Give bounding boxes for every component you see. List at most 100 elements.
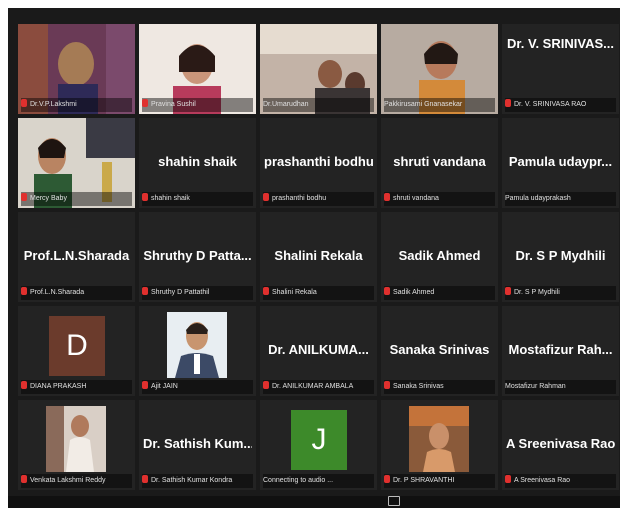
- mic-muted-icon: [21, 475, 27, 483]
- avatar: [46, 406, 106, 472]
- participant-display-name: Sadik Ahmed: [398, 248, 481, 263]
- participant-name: Ajit JAIN: [151, 383, 178, 390]
- participant-display-name: Dr. V. SRINIVAS...: [507, 36, 614, 51]
- participant-name-tag: Dr. ANILKUMAR AMBALA: [263, 380, 374, 394]
- participant-name: Pravina Sushil: [151, 101, 196, 108]
- participant-display-name: Mostafizur Rah...: [508, 342, 613, 357]
- participant-tile[interactable]: Pravina Sushil: [139, 24, 256, 114]
- participant-name: Sanaka Srinivas: [393, 383, 444, 390]
- participant-display-name: Shruthy D Patta...: [143, 248, 252, 263]
- participant-tile[interactable]: prashanthi bodhu prashanthi bodhu: [260, 118, 377, 208]
- mic-muted-icon: [505, 287, 511, 295]
- participant-name: Pakkirusami Gnanasekar: [384, 101, 463, 108]
- mic-muted-icon: [21, 287, 27, 295]
- participant-name-tag: shahin shaik: [142, 192, 253, 206]
- participant-name-tag: DIANA PRAKASH: [21, 380, 132, 394]
- participant-tile[interactable]: Prof.L.N.Sharada Prof.L.N.Sharada: [18, 212, 135, 302]
- mic-muted-icon: [263, 287, 269, 295]
- participant-tile[interactable]: Dr. P SHRAVANTHI: [381, 400, 498, 490]
- participant-tile[interactable]: Mostafizur Rah... Mostafizur Rahman: [502, 306, 619, 396]
- participant-name: Shalini Rekala: [272, 289, 317, 296]
- mic-muted-icon: [384, 193, 390, 201]
- participant-tile[interactable]: A Sreenivasa Rao A Sreenivasa Rao: [502, 400, 619, 490]
- meeting-toolbar: [8, 496, 620, 508]
- participant-display-name: Prof.L.N.Sharada: [23, 248, 130, 263]
- participant-name: Dr. P SHRAVANTHI: [393, 477, 455, 484]
- participant-name: Dr.V.P.Lakshmi: [30, 101, 77, 108]
- participant-name-tag: shruti vandana: [384, 192, 495, 206]
- avatar: [409, 406, 469, 472]
- meeting-gallery: Dr.V.P.Lakshmi Pravina Sushil Dr.Umarudh…: [8, 8, 620, 508]
- participant-tile[interactable]: Pakkirusami Gnanasekar: [381, 24, 498, 114]
- participant-tile[interactable]: D DIANA PRAKASH: [18, 306, 135, 396]
- participant-tile[interactable]: Dr.V.P.Lakshmi: [18, 24, 135, 114]
- participant-name-tag: Connecting to audio ...: [263, 474, 374, 488]
- participant-tile[interactable]: shahin shaik shahin shaik: [139, 118, 256, 208]
- participant-name-tag: Dr.V.P.Lakshmi: [21, 98, 132, 112]
- participant-name: Shruthy D Pattathil: [151, 289, 210, 296]
- participant-tile[interactable]: shruti vandana shruti vandana: [381, 118, 498, 208]
- participant-name: Pamula udayprakash: [505, 195, 571, 202]
- participant-name: Dr.Umarudhan: [263, 101, 309, 108]
- participant-name-tag: Pamula udayprakash: [505, 192, 616, 206]
- participant-tile[interactable]: Dr. V. SRINIVAS... Dr. V. SRINIVASA RAO: [502, 24, 619, 114]
- participant-name: Mercy Baby: [30, 195, 67, 202]
- participant-name: prashanthi bodhu: [272, 195, 327, 202]
- participant-name: Mostafizur Rahman: [505, 383, 566, 390]
- participant-name-tag: Dr. Sathish Kumar Kondra: [142, 474, 253, 488]
- participant-tile[interactable]: Pamula udaypr... Pamula udayprakash: [502, 118, 619, 208]
- participant-display-name: Dr. ANILKUMA...: [268, 342, 369, 357]
- mic-muted-icon: [21, 381, 27, 389]
- mic-muted-icon: [263, 381, 269, 389]
- mic-muted-icon: [142, 193, 148, 201]
- participant-name: shruti vandana: [393, 195, 439, 202]
- mic-muted-icon: [384, 287, 390, 295]
- participant-tile[interactable]: Venkata Lakshmi Reddy: [18, 400, 135, 490]
- participant-name-tag: prashanthi bodhu: [263, 192, 374, 206]
- participant-name-tag: Dr. S P Mydhili: [505, 286, 616, 300]
- participant-display-name: Dr. S P Mydhili: [515, 248, 606, 263]
- mic-muted-icon: [142, 99, 148, 107]
- participant-tile[interactable]: Dr. S P Mydhili Dr. S P Mydhili: [502, 212, 619, 302]
- participant-tile[interactable]: Shruthy D Patta... Shruthy D Pattathil: [139, 212, 256, 302]
- participant-display-name: prashanthi bodhu: [264, 154, 373, 169]
- participant-tile[interactable]: Sanaka Srinivas Sanaka Srinivas: [381, 306, 498, 396]
- avatar: [167, 312, 227, 378]
- screen-share-icon[interactable]: [388, 496, 400, 506]
- participant-name-tag: Shruthy D Pattathil: [142, 286, 253, 300]
- participant-name-tag: Venkata Lakshmi Reddy: [21, 474, 132, 488]
- participant-name-tag: Pakkirusami Gnanasekar: [384, 98, 495, 112]
- participant-tile[interactable]: Mercy Baby: [18, 118, 135, 208]
- participant-name-tag: Shalini Rekala: [263, 286, 374, 300]
- participant-name-tag: A Sreenivasa Rao: [505, 474, 616, 488]
- participant-name-tag: Mostafizur Rahman: [505, 380, 616, 394]
- avatar: D: [49, 316, 105, 376]
- participant-name-tag: Sadik Ahmed: [384, 286, 495, 300]
- participant-name: Dr. V. SRINIVASA RAO: [514, 101, 587, 108]
- participant-name: Prof.L.N.Sharada: [30, 289, 85, 296]
- mic-muted-icon: [21, 99, 27, 107]
- participant-tile[interactable]: Dr. ANILKUMA... Dr. ANILKUMAR AMBALA: [260, 306, 377, 396]
- participant-name: Dr. ANILKUMAR AMBALA: [272, 383, 354, 390]
- mic-muted-icon: [142, 381, 148, 389]
- participant-tile[interactable]: Sadik Ahmed Sadik Ahmed: [381, 212, 498, 302]
- participant-display-name: shahin shaik: [158, 154, 237, 169]
- participant-name-tag: Ajit JAIN: [142, 380, 253, 394]
- participant-name: Dr. S P Mydhili: [514, 289, 560, 296]
- participant-name: Connecting to audio ...: [263, 477, 334, 484]
- participant-tile[interactable]: Dr. Sathish Kum... Dr. Sathish Kumar Kon…: [139, 400, 256, 490]
- participant-name-tag: Prof.L.N.Sharada: [21, 286, 132, 300]
- participant-display-name: Shalini Rekala: [274, 248, 363, 263]
- participant-name: shahin shaik: [151, 195, 190, 202]
- participant-tile[interactable]: Dr.Umarudhan: [260, 24, 377, 114]
- participant-name: A Sreenivasa Rao: [514, 477, 571, 484]
- participant-grid: Dr.V.P.Lakshmi Pravina Sushil Dr.Umarudh…: [18, 24, 619, 490]
- participant-name-tag: Sanaka Srinivas: [384, 380, 495, 394]
- participant-tile[interactable]: Ajit JAIN: [139, 306, 256, 396]
- participant-name: Sadik Ahmed: [393, 289, 435, 296]
- mic-muted-icon: [21, 193, 27, 201]
- participant-tile[interactable]: J Connecting to audio ...: [260, 400, 377, 490]
- participant-tile[interactable]: Shalini Rekala Shalini Rekala: [260, 212, 377, 302]
- mic-muted-icon: [142, 287, 148, 295]
- mic-muted-icon: [142, 475, 148, 483]
